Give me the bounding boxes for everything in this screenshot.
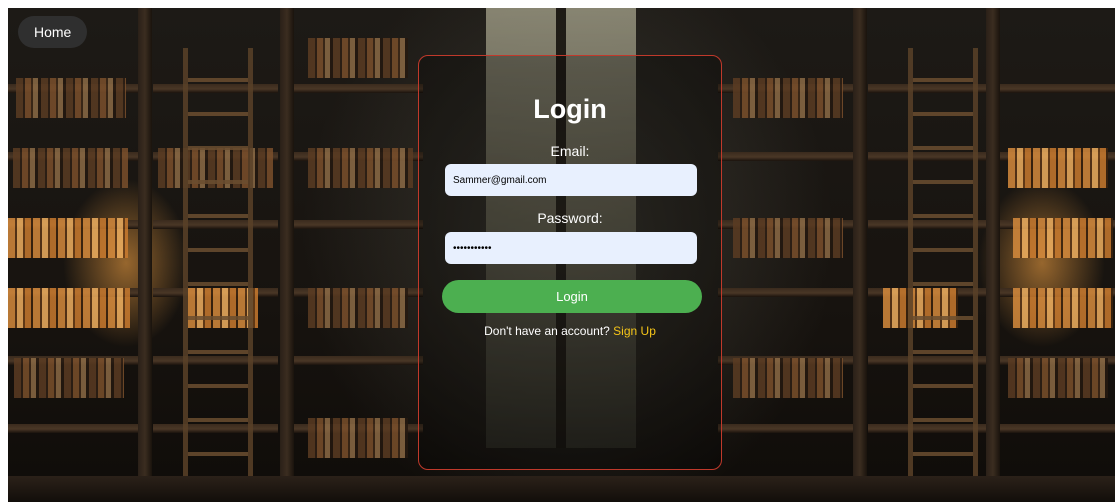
background-books — [14, 358, 124, 398]
background-books — [13, 148, 128, 188]
background-books — [1008, 148, 1108, 188]
background-books — [1013, 218, 1113, 258]
background-books — [16, 78, 126, 118]
background-books — [1013, 288, 1113, 328]
login-button[interactable]: Login — [442, 280, 702, 313]
signup-prompt-text: Don't have an account? — [484, 324, 610, 338]
background-ladder — [908, 48, 978, 502]
signup-prompt: Don't have an account? Sign Up — [419, 324, 721, 338]
background-books — [1008, 358, 1108, 398]
background-books — [733, 218, 843, 258]
background-books — [308, 418, 408, 458]
background-library-image: Home Login Email: Password: Login Don't … — [8, 8, 1115, 502]
background-floor — [8, 476, 1115, 502]
email-input[interactable] — [445, 164, 697, 196]
home-button[interactable]: Home — [18, 16, 88, 48]
background-pillar — [138, 8, 152, 502]
email-label: Email: — [550, 143, 590, 159]
background-books — [733, 78, 843, 118]
login-title: Login — [533, 94, 607, 124]
background-books — [8, 218, 128, 258]
background-books — [308, 288, 408, 328]
signup-link[interactable]: Sign Up — [613, 324, 656, 338]
background-books — [308, 148, 413, 188]
password-input[interactable] — [445, 232, 697, 264]
background-pillar — [280, 8, 294, 502]
password-label: Password: — [537, 210, 603, 226]
background-books — [308, 38, 408, 78]
background-books — [733, 358, 843, 398]
background-ladder — [183, 48, 253, 502]
login-card: Login Email: Password: Login Don't have … — [418, 55, 722, 470]
background-books — [8, 288, 130, 328]
background-pillar — [986, 8, 1000, 502]
background-pillar — [853, 8, 867, 502]
background-shelf — [293, 26, 423, 486]
